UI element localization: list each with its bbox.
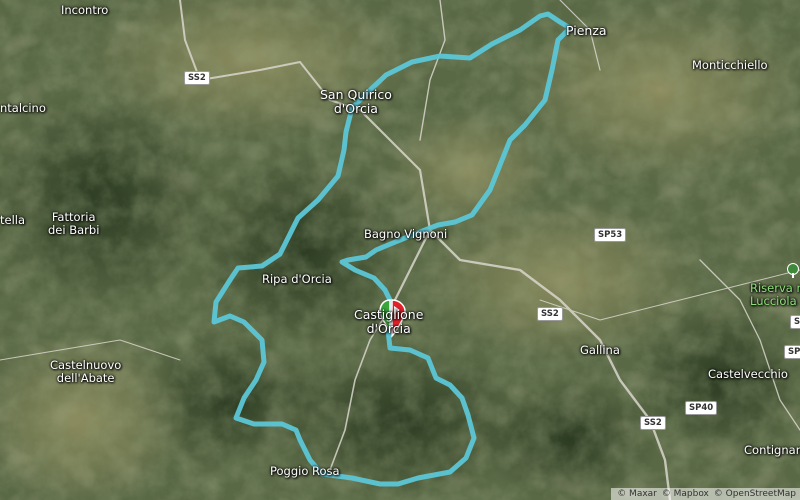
road-badge-ss2: SS2 bbox=[537, 307, 563, 321]
place-label-castiglione: Castiglione d'Orcia bbox=[354, 307, 424, 336]
place-label-pienza: Pienza bbox=[566, 23, 607, 38]
attribution-mapbox-link[interactable]: © Mapbox bbox=[662, 489, 709, 499]
tree-icon bbox=[787, 263, 799, 278]
place-label-incontro: Incontro bbox=[61, 3, 109, 17]
place-label-castelnuovo: Castelnuovo dell'Abate bbox=[50, 358, 122, 385]
map-attribution: © Maxar © Mapbox © OpenStreetMap bbox=[611, 488, 800, 500]
attribution-maxar-link[interactable]: © Maxar bbox=[617, 489, 657, 499]
attribution-osm-link[interactable]: © OpenStreetMap bbox=[714, 489, 796, 499]
place-label-montalcino: ntalcino bbox=[0, 101, 46, 115]
place-label-gallina: Gallina bbox=[580, 343, 620, 357]
place-label-ripa: Ripa d'Orcia bbox=[262, 272, 332, 286]
map-view[interactable]: Incontro ntalcino San Quirico d'Orcia Pi… bbox=[0, 0, 800, 500]
place-label-castelvecchio: Castelvecchio bbox=[708, 367, 788, 381]
place-label-bagno-vignoni: Bagno Vignoni bbox=[364, 227, 448, 241]
place-label-riserva: Riserva na Lucciola bbox=[750, 281, 800, 308]
road-badge-ss2: SS2 bbox=[640, 416, 666, 430]
place-label-san-quirico: San Quirico d'Orcia bbox=[320, 87, 392, 116]
road-badge-sp53: SP53 bbox=[594, 228, 627, 242]
satellite-terrain bbox=[0, 0, 800, 500]
place-label-fattoria: Fattoria dei Barbi bbox=[48, 210, 100, 237]
place-label-contignano: Contignan bbox=[744, 443, 800, 457]
road-badge-sp: SP bbox=[784, 345, 800, 359]
road-badge-sp40: SP40 bbox=[685, 401, 718, 415]
road-badge-ss2: SS2 bbox=[184, 71, 210, 85]
place-label-stella: tella bbox=[0, 213, 26, 227]
road-badge-sp: SP bbox=[790, 315, 800, 329]
place-label-poggio-rosa: Poggio Rosa bbox=[270, 464, 340, 478]
place-label-monticchiello: Monticchiello bbox=[692, 58, 768, 72]
